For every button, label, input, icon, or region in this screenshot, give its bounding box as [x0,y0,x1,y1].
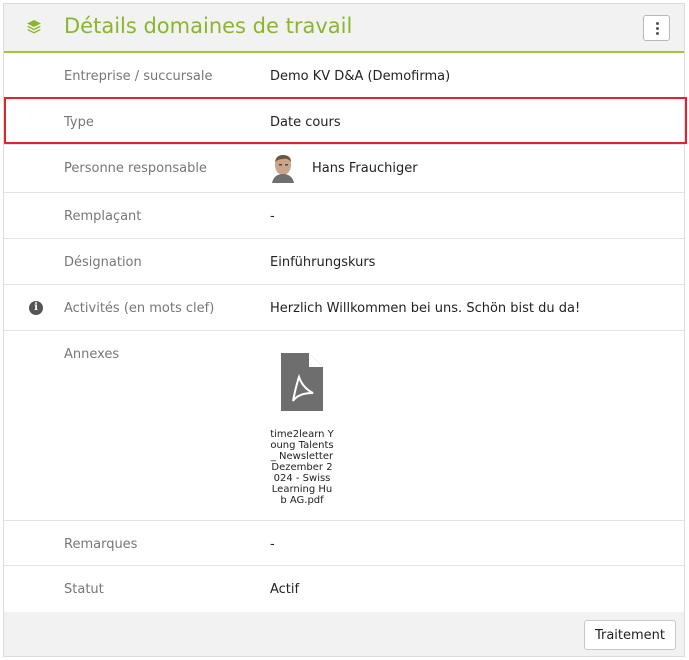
avatar [272,155,294,183]
row-value: Demo KV D&A (Demofirma) [270,69,451,84]
stack-icon [27,20,41,34]
row-responsible-person: Personne responsable Hans Frauchiger [4,145,684,193]
row-status: Statut Actif [4,566,684,612]
row-value: - [270,209,275,224]
attachment-file-name: time2learn Young Talents _ Newsletter De… [270,429,334,506]
panel-header: Détails domaines de travail [4,4,684,53]
row-label: Entreprise / succursale [64,69,213,84]
row-remarks: Remarques - [4,521,684,566]
row-label: Personne responsable [64,161,207,176]
row-substitute: Remplaçant - [4,193,684,239]
info-icon[interactable]: i [29,301,43,315]
row-value: Actif [270,582,300,597]
row-designation: Désignation Einführungskurs [4,239,684,285]
row-attachments: Annexes time2learn Young Talents _ Newsl… [4,331,684,521]
pdf-file-icon [281,353,323,411]
panel-footer: Traitement [4,612,684,656]
responsible-person-name[interactable]: Hans Frauchiger [312,161,418,176]
panel-title: Détails domaines de travail [64,14,353,38]
row-label: Annexes [64,347,120,362]
options-menu-button[interactable] [643,15,670,41]
row-label: Statut [64,582,104,597]
attachment-file[interactable]: time2learn Young Talents _ Newsletter De… [270,353,334,506]
vertical-dots-icon [656,22,659,25]
row-value: - [270,537,275,552]
edit-button[interactable]: Traitement [584,620,676,650]
row-value: Einführungskurs [270,255,376,270]
row-label: Remplaçant [64,209,142,224]
row-label: Remarques [64,537,138,552]
row-label: Activités (en mots clef) [64,301,215,316]
row-label: Désignation [64,255,142,270]
row-activities: i Activités (en mots clef) Herzlich Will… [4,285,684,331]
row-value: Herzlich Willkommen bei uns. Schön bist … [270,301,581,316]
selection-highlight [4,97,687,144]
row-company: Entreprise / succursale Demo KV D&A (Dem… [4,53,684,99]
